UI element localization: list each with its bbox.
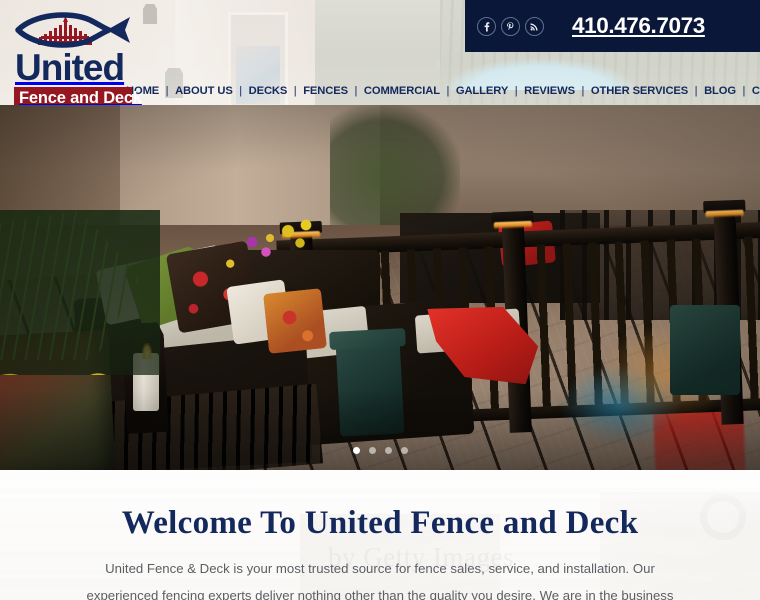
slider-dot-3[interactable]	[384, 447, 392, 454]
welcome-paragraph-line: United Fence & Deck is your most trusted…	[105, 561, 655, 576]
slider-dot-4[interactable]	[400, 447, 408, 454]
page-title: Welcome To United Fence and Deck	[121, 505, 639, 541]
logo-tagline: Fence and Deck	[14, 87, 142, 105]
page-root: United Fence and Deck HOME | ABOUT US | DECK…	[0, 0, 760, 600]
header-contact-bar: 410.476.7073	[465, 0, 760, 52]
slider-dot-2[interactable]	[368, 447, 376, 454]
nav-separator: |	[354, 85, 358, 97]
nav-separator: |	[239, 85, 243, 97]
hero-slider[interactable]	[0, 105, 760, 470]
hero-vignette	[0, 105, 760, 470]
nav-item-other-services[interactable]: OTHER SERVICES	[591, 80, 688, 102]
welcome-section: by Getty Images Welcome To United Fence …	[0, 470, 760, 600]
nav-item-about-us[interactable]: ABOUT US	[175, 80, 233, 102]
site-logo[interactable]: United Fence and Deck	[14, 8, 142, 105]
nav-item-fences[interactable]: FENCES	[303, 80, 348, 102]
fish-fence-icon	[14, 8, 132, 52]
nav-item-reviews[interactable]: REVIEWS	[524, 80, 575, 102]
site-header: United Fence and Deck HOME | ABOUT US | DECK…	[0, 0, 760, 105]
nav-separator: |	[694, 85, 698, 97]
phone-number[interactable]: 410.476.7073	[572, 13, 705, 39]
slider-dots	[0, 447, 760, 454]
nav-separator: |	[742, 85, 746, 97]
nav-separator: |	[165, 85, 169, 97]
nav-separator: |	[581, 85, 585, 97]
logo-wordmark: United	[15, 47, 125, 88]
nav-item-contact-us[interactable]: CONTACT US	[752, 80, 760, 102]
nav-separator: |	[514, 85, 518, 97]
nav-separator: |	[293, 85, 297, 97]
nav-item-decks[interactable]: DECKS	[249, 80, 288, 102]
rss-icon[interactable]	[525, 16, 544, 36]
welcome-paragraph-line: experienced fencing experts deliver noth…	[86, 588, 674, 600]
social-links	[477, 16, 544, 36]
nav-item-gallery[interactable]: GALLERY	[456, 80, 508, 102]
nav-separator: |	[446, 85, 450, 97]
nav-item-blog[interactable]: BLOG	[704, 80, 736, 102]
welcome-paragraph: United Fence & Deck is your most trusted…	[80, 555, 680, 600]
nav-item-commercial[interactable]: COMMERCIAL	[364, 80, 440, 102]
slider-dot-1[interactable]	[352, 447, 360, 454]
pinterest-icon[interactable]	[501, 16, 520, 36]
facebook-icon[interactable]	[477, 16, 496, 36]
